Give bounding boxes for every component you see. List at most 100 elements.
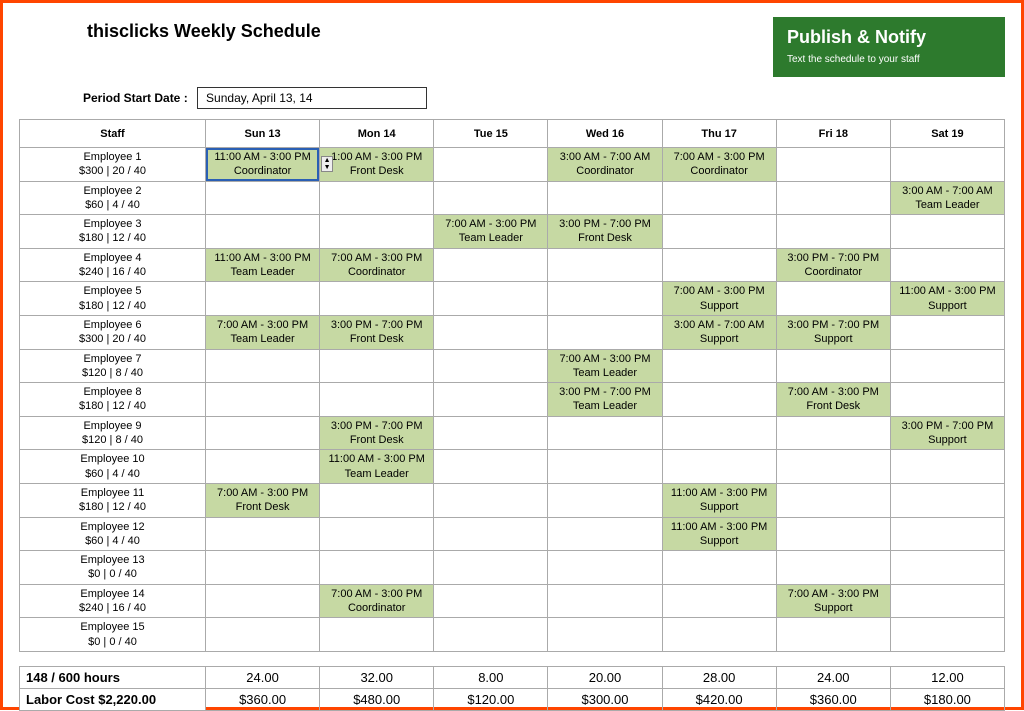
shift-cell[interactable] — [320, 483, 434, 517]
shift-cell[interactable] — [434, 483, 548, 517]
shift-cell[interactable] — [548, 450, 662, 484]
shift-cell[interactable] — [890, 248, 1004, 282]
time-stepper[interactable]: ▲▼ — [321, 156, 333, 172]
shift-cell[interactable] — [776, 618, 890, 652]
shift-cell[interactable] — [890, 551, 1004, 585]
shift-cell[interactable] — [206, 517, 320, 551]
shift-cell[interactable] — [890, 315, 1004, 349]
shift-cell[interactable] — [320, 215, 434, 249]
shift-cell[interactable] — [776, 483, 890, 517]
shift-box[interactable]: 7:00 AM - 3:00 PMCoordinator — [320, 249, 433, 282]
shift-box[interactable]: 7:00 AM - 3:00 PMFront Desk — [206, 484, 319, 517]
shift-cell[interactable] — [206, 215, 320, 249]
shift-cell[interactable] — [548, 416, 662, 450]
shift-box[interactable]: 7:00 AM - 3:00 PMTeam Leader — [206, 316, 319, 349]
shift-cell[interactable] — [890, 450, 1004, 484]
shift-cell[interactable]: 3:00 PM - 7:00 PMSupport — [890, 416, 1004, 450]
shift-box[interactable]: 11:00 AM - 3:00 PMTeam Leader — [206, 249, 319, 282]
shift-cell[interactable]: 11:00 AM - 3:00 PMCoordinator▲▼ — [206, 148, 320, 182]
shift-cell[interactable] — [776, 450, 890, 484]
shift-cell[interactable]: 7:00 AM - 3:00 PMCoordinator — [320, 248, 434, 282]
shift-box[interactable]: 11:00 AM - 3:00 PMSupport — [663, 518, 776, 551]
shift-cell[interactable]: 7:00 AM - 3:00 PMSupport — [776, 584, 890, 618]
shift-cell[interactable] — [776, 551, 890, 585]
shift-cell[interactable] — [662, 584, 776, 618]
shift-cell[interactable] — [776, 416, 890, 450]
shift-cell[interactable] — [890, 148, 1004, 182]
shift-cell[interactable] — [206, 349, 320, 383]
shift-cell[interactable]: 3:00 PM - 7:00 PMFront Desk — [548, 215, 662, 249]
shift-box[interactable]: 11:00 AM - 3:00 PMCoordinator▲▼ — [206, 148, 319, 181]
staff-cell[interactable]: Employee 2$60 | 4 / 40 — [20, 181, 206, 215]
shift-cell[interactable] — [434, 416, 548, 450]
shift-cell[interactable] — [776, 215, 890, 249]
shift-cell[interactable]: 3:00 PM - 7:00 PMSupport — [776, 315, 890, 349]
shift-cell[interactable]: 3:00 PM - 7:00 PMCoordinator — [776, 248, 890, 282]
shift-cell[interactable] — [890, 215, 1004, 249]
staff-cell[interactable]: Employee 10$60 | 4 / 40 — [20, 450, 206, 484]
shift-cell[interactable]: 11:00 AM - 3:00 PMSupport — [662, 483, 776, 517]
staff-cell[interactable]: Employee 11$180 | 12 / 40 — [20, 483, 206, 517]
shift-cell[interactable] — [206, 551, 320, 585]
shift-cell[interactable] — [662, 215, 776, 249]
shift-cell[interactable]: 7:00 AM - 3:00 PMTeam Leader — [548, 349, 662, 383]
chevron-up-icon[interactable]: ▲ — [322, 157, 332, 164]
shift-cell[interactable] — [206, 181, 320, 215]
shift-cell[interactable]: 11:00 AM - 3:00 PMTeam Leader — [206, 248, 320, 282]
shift-cell[interactable]: 11:00 AM - 3:00 PMSupport — [662, 517, 776, 551]
shift-cell[interactable] — [434, 450, 548, 484]
shift-cell[interactable] — [434, 551, 548, 585]
staff-cell[interactable]: Employee 3$180 | 12 / 40 — [20, 215, 206, 249]
shift-cell[interactable] — [776, 282, 890, 316]
shift-box[interactable]: 3:00 AM - 7:00 AMTeam Leader — [891, 182, 1004, 215]
shift-cell[interactable]: 3:00 AM - 7:00 AMSupport — [662, 315, 776, 349]
shift-cell[interactable] — [548, 315, 662, 349]
shift-cell[interactable]: 7:00 AM - 3:00 PMTeam Leader — [206, 315, 320, 349]
shift-cell[interactable] — [662, 248, 776, 282]
shift-cell[interactable] — [206, 383, 320, 417]
shift-cell[interactable] — [890, 618, 1004, 652]
shift-box[interactable]: 7:00 AM - 3:00 PMCoordinator — [320, 585, 433, 618]
shift-cell[interactable] — [548, 584, 662, 618]
shift-box[interactable]: 3:00 PM - 7:00 PMFront Desk — [320, 316, 433, 349]
shift-cell[interactable]: 1:00 AM - 3:00 PMFront Desk — [320, 148, 434, 182]
shift-cell[interactable] — [662, 181, 776, 215]
staff-cell[interactable]: Employee 8$180 | 12 / 40 — [20, 383, 206, 417]
staff-cell[interactable]: Employee 4$240 | 16 / 40 — [20, 248, 206, 282]
shift-cell[interactable] — [548, 551, 662, 585]
shift-cell[interactable] — [890, 383, 1004, 417]
shift-box[interactable]: 3:00 PM - 7:00 PMFront Desk — [320, 417, 433, 450]
staff-cell[interactable]: Employee 9$120 | 8 / 40 — [20, 416, 206, 450]
shift-cell[interactable] — [434, 148, 548, 182]
shift-cell[interactable] — [206, 584, 320, 618]
shift-cell[interactable] — [548, 618, 662, 652]
shift-cell[interactable]: 11:00 AM - 3:00 PMTeam Leader — [320, 450, 434, 484]
shift-cell[interactable]: 3:00 PM - 7:00 PMFront Desk — [320, 416, 434, 450]
shift-cell[interactable] — [776, 181, 890, 215]
shift-cell[interactable] — [548, 248, 662, 282]
publish-notify-button[interactable]: Publish & Notify Text the schedule to yo… — [773, 17, 1005, 77]
shift-cell[interactable] — [434, 618, 548, 652]
shift-cell[interactable] — [662, 383, 776, 417]
shift-cell[interactable] — [320, 349, 434, 383]
shift-cell[interactable] — [434, 181, 548, 215]
shift-box[interactable]: 7:00 AM - 3:00 PMTeam Leader — [434, 215, 547, 248]
shift-cell[interactable]: 3:00 AM - 7:00 AMTeam Leader — [890, 181, 1004, 215]
shift-cell[interactable]: 7:00 AM - 3:00 PMFront Desk — [206, 483, 320, 517]
staff-cell[interactable]: Employee 15$0 | 0 / 40 — [20, 618, 206, 652]
shift-cell[interactable] — [320, 181, 434, 215]
shift-cell[interactable] — [776, 349, 890, 383]
shift-cell[interactable] — [662, 349, 776, 383]
shift-cell[interactable] — [206, 450, 320, 484]
period-start-input[interactable]: Sunday, April 13, 14 — [197, 87, 427, 109]
shift-cell[interactable] — [206, 618, 320, 652]
shift-cell[interactable] — [662, 450, 776, 484]
shift-cell[interactable] — [434, 282, 548, 316]
shift-box[interactable]: 11:00 AM - 3:00 PMTeam Leader — [320, 450, 433, 483]
shift-cell[interactable]: 7:00 AM - 3:00 PMCoordinator — [320, 584, 434, 618]
chevron-down-icon[interactable]: ▼ — [322, 164, 332, 171]
shift-cell[interactable]: 7:00 AM - 3:00 PMSupport — [662, 282, 776, 316]
staff-cell[interactable]: Employee 5$180 | 12 / 40 — [20, 282, 206, 316]
shift-cell[interactable] — [434, 349, 548, 383]
shift-box[interactable]: 11:00 AM - 3:00 PMSupport — [891, 282, 1004, 315]
